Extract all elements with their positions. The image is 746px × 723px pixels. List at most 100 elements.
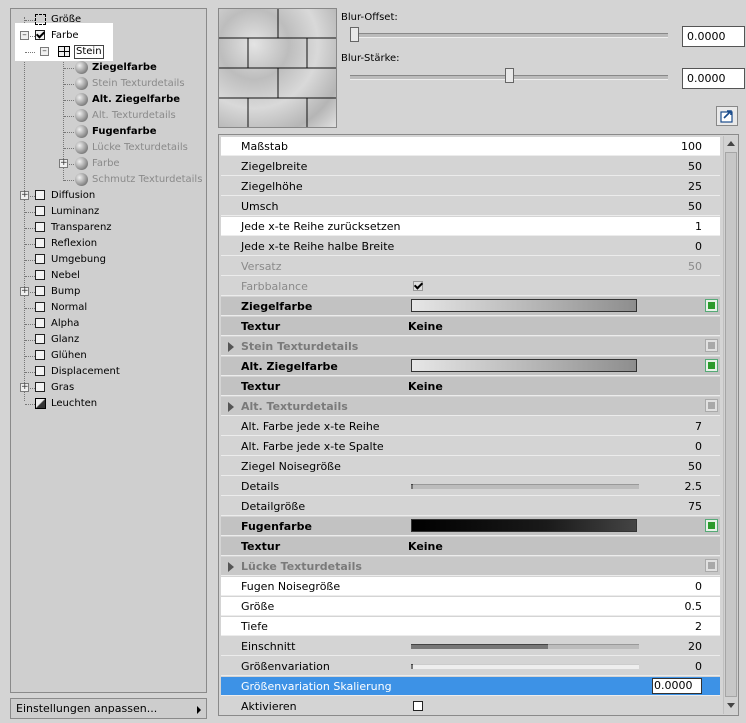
load-texture-icon[interactable] [705,359,718,372]
property-value[interactable]: 50 [688,197,702,216]
property-value[interactable]: 7 [695,417,702,436]
value-slider-track[interactable] [411,644,639,649]
blur-offset-slider-track[interactable] [350,33,668,38]
property-row[interactable]: Größenvariation 0 [221,657,720,676]
load-texture-icon[interactable] [705,399,718,412]
property-row[interactable]: Fugenfarbe [221,517,720,536]
scrollbar-thumb[interactable] [725,152,737,697]
expand-arrow-icon[interactable] [228,562,234,572]
tree-item-alt-texturdetails[interactable]: Alt. Texturdetails [11,108,201,124]
tree-item-umgebung[interactable]: Umgebung [11,252,201,268]
channel-checkbox[interactable] [35,238,45,248]
expand-icon[interactable]: + [59,159,68,168]
activate-checkbox[interactable] [413,701,423,711]
property-value[interactable]: 1 [695,217,702,236]
tree-item-größe[interactable]: Größe [11,12,201,28]
tree-item-displacement[interactable]: Displacement [11,364,201,380]
property-value[interactable]: 50 [688,257,702,276]
property-value[interactable]: 2 [695,617,702,636]
property-value[interactable]: 2.5 [685,477,703,496]
property-row[interactable]: Jede x-te Reihe zurücksetzen 1 [221,217,720,236]
tree-item-alpha[interactable]: Alpha [11,316,201,332]
tree-item-leuchten[interactable]: Leuchten [11,396,201,412]
channel-checkbox[interactable] [35,366,45,376]
export-button[interactable] [716,106,738,126]
texture-value[interactable]: Keine [408,377,443,396]
property-value[interactable]: 0 [695,237,702,256]
property-row[interactable]: Ziegelhöhe 25 [221,177,720,196]
channel-checkbox[interactable] [35,254,45,264]
texture-value[interactable]: Keine [408,317,443,336]
channel-checkbox[interactable] [35,302,45,312]
tree-item-diffusion[interactable]: + Diffusion [11,188,201,204]
property-row[interactable]: Ziegelfarbe [221,297,720,316]
expand-icon[interactable]: + [20,191,29,200]
property-row[interactable]: Fugen Noisegröße 0 [221,577,720,596]
property-row[interactable]: Einschnitt 20 [221,637,720,656]
property-row[interactable]: Alt. Ziegelfarbe [221,357,720,376]
property-value[interactable]: 0 [695,577,702,596]
property-row[interactable]: Aktivieren [221,697,720,715]
tree-item-stein[interactable]: – Stein [11,44,201,60]
load-texture-icon[interactable] [705,519,718,532]
channel-checkbox[interactable] [35,222,45,232]
tree-item-luminanz[interactable]: Luminanz [11,204,201,220]
tree-item-lücke-texturdetails[interactable]: Lücke Texturdetails [11,140,201,156]
tree-item-alt-ziegelfarbe[interactable]: Alt. Ziegelfarbe [11,92,201,108]
load-texture-icon[interactable] [705,339,718,352]
property-row[interactable]: Detailgröße 75 [221,497,720,516]
property-row[interactable]: Größenvariation Skalierung 0.0000 [221,677,720,696]
property-row[interactable]: Maßstab 100 [221,137,720,156]
color-gradient-swatch[interactable] [411,519,637,532]
value-slider-track[interactable] [411,664,639,669]
tree-item-fugenfarbe[interactable]: Fugenfarbe [11,124,201,140]
settings-adjust-button[interactable]: Einstellungen anpassen... [10,698,207,719]
expand-icon[interactable]: + [20,383,29,392]
scroll-up-icon[interactable] [727,141,735,146]
channel-checkbox[interactable] [35,190,45,200]
color-gradient-swatch[interactable] [411,359,637,372]
tree-item-glanz[interactable]: Glanz [11,332,201,348]
channel-checkbox[interactable] [35,334,45,344]
expand-icon[interactable]: + [20,287,29,296]
expand-arrow-icon[interactable] [228,402,234,412]
tree-item-transparenz[interactable]: Transparenz [11,220,201,236]
channel-checkbox[interactable] [35,382,45,392]
tree-item-reflexion[interactable]: Reflexion [11,236,201,252]
tree-item-farbe[interactable]: + Farbe [11,156,201,172]
property-value[interactable]: 20 [688,637,702,656]
tree-item-bump[interactable]: + Bump [11,284,201,300]
blur-strength-input[interactable]: 0.0000 [682,68,745,89]
tree-item-stein-texturdetails[interactable]: Stein Texturdetails [11,76,201,92]
property-value[interactable]: 25 [688,177,702,196]
property-value[interactable]: 0 [695,437,702,456]
property-value[interactable]: 100 [681,137,702,156]
property-row[interactable]: Alt. Farbe jede x-te Spalte 0 [221,437,720,456]
load-texture-icon[interactable] [705,559,718,572]
tree-item-normal[interactable]: Normal [11,300,201,316]
properties-scrollbar[interactable] [723,136,738,714]
blur-offset-slider-knob[interactable] [350,27,359,42]
channel-checkbox[interactable] [35,270,45,280]
scroll-down-icon[interactable] [727,703,735,708]
channel-checkbox[interactable] [35,350,45,360]
collapse-icon[interactable]: – [40,47,49,56]
property-value[interactable]: 0 [695,657,702,676]
property-row[interactable]: Tiefe 2 [221,617,720,636]
property-row[interactable]: Ziegel Noisegröße 50 [221,457,720,476]
scale-input[interactable]: 0.0000 [652,678,702,694]
tree-item-glühen[interactable]: Glühen [11,348,201,364]
property-row[interactable]: Ziegelbreite 50 [221,157,720,176]
blur-strength-slider-knob[interactable] [505,68,514,83]
expand-arrow-icon[interactable] [228,342,234,352]
blur-offset-input[interactable]: 0.0000 [682,26,745,47]
property-value[interactable]: 50 [688,157,702,176]
tree-item-farbe[interactable]: – Farbe [11,28,201,44]
color-gradient-swatch[interactable] [411,299,637,312]
load-texture-icon[interactable] [705,299,718,312]
channel-checkbox[interactable] [35,30,45,40]
property-row[interactable]: Details 2.5 [221,477,720,496]
property-value[interactable]: 50 [688,457,702,476]
property-value[interactable]: 75 [688,497,702,516]
tree-item-gras[interactable]: + Gras [11,380,201,396]
